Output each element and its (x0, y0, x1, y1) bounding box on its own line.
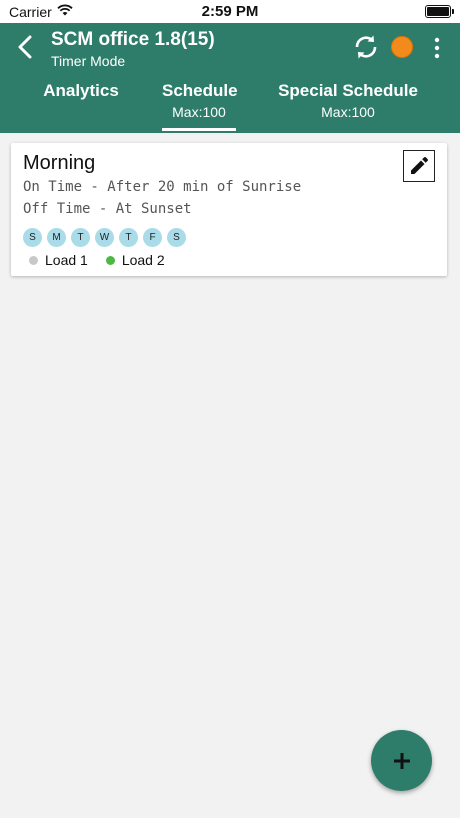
day-friday: F (143, 228, 162, 247)
day-sunday: S (23, 228, 42, 247)
plus-icon (393, 752, 410, 769)
app-header: SCM office 1.8(15) Timer Mode Analytics … (0, 23, 460, 133)
day-wednesday: W (95, 228, 114, 247)
tab-special-schedule-max: Max:100 (321, 104, 375, 120)
page-title: SCM office 1.8(15) (51, 29, 215, 50)
load-2-label: Load 2 (121, 252, 165, 268)
selected-tab-indicator (162, 128, 236, 131)
load-2-status-dot (105, 255, 115, 265)
pencil-icon (411, 157, 428, 174)
load-2: Load 2 (105, 252, 165, 268)
tab-analytics-label: Analytics (43, 81, 119, 100)
back-button[interactable] (14, 34, 36, 60)
schedule-card[interactable]: Morning On Time - After 20 min of Sunris… (11, 143, 447, 276)
tab-schedule-max: Max:100 (172, 104, 226, 120)
connection-status-dot (391, 36, 413, 58)
page-subtitle: Timer Mode (51, 53, 126, 69)
off-time-text: Off Time - At Sunset (23, 201, 192, 217)
schedule-title: Morning (23, 152, 96, 174)
tab-schedule-label: Schedule (162, 81, 238, 100)
status-bar: Carrier 2:59 PM (0, 0, 460, 23)
more-vertical-icon[interactable] (430, 37, 444, 59)
tab-special-schedule[interactable]: Special Schedule Max:100 (248, 81, 448, 133)
refresh-icon[interactable] (352, 33, 380, 61)
tab-special-schedule-label: Special Schedule (278, 81, 418, 100)
day-tuesday: T (71, 228, 90, 247)
clock: 2:59 PM (201, 3, 259, 20)
tab-analytics[interactable]: Analytics (0, 81, 162, 133)
edit-button[interactable] (403, 150, 435, 182)
day-thursday: T (119, 228, 138, 247)
on-time-text: On Time - After 20 min of Sunrise (23, 179, 302, 195)
load-1-status-dot (29, 255, 38, 265)
battery-icon (425, 5, 454, 18)
weekday-list: S M T W T F S (23, 228, 186, 247)
load-list: Load 1 Load 2 (29, 252, 183, 268)
add-schedule-button[interactable] (371, 730, 432, 791)
load-1: Load 1 (29, 252, 88, 268)
load-1-label: Load 1 (45, 252, 88, 268)
day-monday: M (47, 228, 66, 247)
day-saturday: S (167, 228, 186, 247)
tab-schedule[interactable]: Schedule Max:100 (162, 81, 238, 133)
